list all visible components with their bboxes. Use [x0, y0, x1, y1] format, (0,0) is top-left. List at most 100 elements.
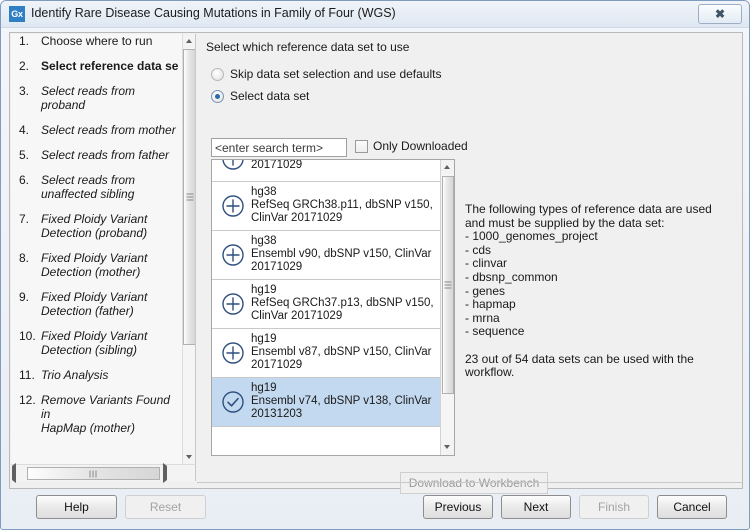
radio-icon[interactable]: [211, 89, 224, 103]
step-number: 12.: [19, 393, 36, 407]
dataset-list[interactable]: Ensembl v91, dbSNP v150, ClinVar 2017102…: [211, 159, 455, 456]
close-button[interactable]: ✖: [698, 4, 742, 24]
steps-panel: 1. Choose where to run 2. Select reference …: [11, 34, 196, 464]
dialog-content: 1. Choose where to run 2. Select reference …: [9, 32, 743, 494]
check-circle-icon[interactable]: [221, 390, 245, 414]
dataset-genome-name: hg19: [251, 333, 277, 345]
dataset-text: hg19 Ensembl v87, dbSNP v150, ClinVar 201…: [251, 333, 436, 372]
scroll-left-button[interactable]: [12, 463, 26, 483]
dataset-genome-name: hg19: [251, 284, 277, 296]
step-number: 8.: [19, 251, 30, 265]
dataset-genome-name: hg38: [251, 235, 277, 247]
step-label: Remove Variants Found in HapMap (mother): [41, 393, 170, 435]
steps-list[interactable]: 1. Choose where to run 2. Select reference …: [11, 34, 183, 464]
reference-data-panel: Select which reference data set to use S…: [197, 34, 742, 494]
step-number: 5.: [19, 148, 30, 162]
help-button[interactable]: Help: [36, 495, 117, 519]
cancel-button[interactable]: Cancel: [657, 495, 727, 519]
option-skip-dataset[interactable]: Skip data set selection and use defaults: [211, 67, 441, 81]
radio-icon[interactable]: [211, 67, 224, 81]
plus-circle-icon[interactable]: [221, 243, 245, 267]
dataset-text: hg38 Ensembl v90, dbSNP v150, ClinVar 201…: [251, 235, 436, 274]
step-number: 3.: [19, 84, 30, 98]
steps-vertical-scrollbar[interactable]: [182, 34, 195, 464]
dataset-text: hg38 RefSeq GRCh38.p11, dbSNP v150, ClinV…: [251, 186, 436, 225]
step-number: 6.: [19, 173, 30, 187]
dataset-description: Ensembl v91, dbSNP v150, ClinVar 2017102…: [251, 159, 303, 171]
only-downloaded-checkbox-row[interactable]: Only Downloaded: [355, 139, 468, 153]
scroll-thumb[interactable]: [183, 49, 195, 345]
dataset-list-item[interactable]: hg19 Ensembl v87, dbSNP v150, ClinVar 201…: [212, 329, 440, 378]
sidebar-step-10[interactable]: 10. Fixed Ploidy Variant Detection (sibli…: [11, 329, 183, 357]
grip-icon: [186, 193, 193, 201]
panel-divider: [197, 482, 743, 483]
previous-button[interactable]: Previous: [423, 495, 493, 519]
dataset-description: Ensembl v90, dbSNP v150, ClinVar 2017102…: [251, 248, 432, 273]
step-number: 7.: [19, 212, 30, 226]
dataset-items: Ensembl v91, dbSNP v150, ClinVar 2017102…: [212, 159, 440, 427]
sidebar-step-7[interactable]: 7. Fixed Ploidy Variant Detection (proban…: [11, 212, 183, 240]
dataset-list-item[interactable]: hg19 Ensembl v74, dbSNP v138, ClinVar 201…: [212, 378, 440, 427]
search-input[interactable]: [211, 138, 347, 157]
dataset-description: Ensembl v74, dbSNP v138, ClinVar 2013120…: [251, 395, 432, 420]
finish-button: Finish: [579, 495, 649, 519]
sidebar-step-3[interactable]: 3. Select reads from proband: [11, 84, 183, 112]
sidebar-step-5[interactable]: 5. Select reads from father: [11, 148, 183, 162]
next-button[interactable]: Next: [501, 495, 571, 519]
plus-circle-icon[interactable]: [221, 341, 245, 365]
dataset-list-item[interactable]: Ensembl v91, dbSNP v150, ClinVar 2017102…: [212, 159, 440, 182]
reference-data-requirements-text: The following types of reference data ar…: [465, 202, 712, 380]
sidebar-step-1[interactable]: 1. Choose where to run: [11, 34, 183, 48]
plus-circle-icon[interactable]: [221, 292, 245, 316]
step-label: Select reads from proband: [41, 84, 136, 112]
grip-icon: [444, 281, 452, 289]
scroll-up-button[interactable]: [183, 34, 195, 48]
dataset-list-item[interactable]: hg19 RefSeq GRCh37.p13, dbSNP v150, ClinV…: [212, 280, 440, 329]
option-label: Select data set: [230, 89, 310, 103]
plus-circle-icon[interactable]: [221, 160, 245, 171]
dataset-text: hg19 RefSeq GRCh37.p13, dbSNP v150, ClinV…: [251, 284, 436, 323]
triangle-left-icon: [12, 463, 16, 483]
scroll-down-button[interactable]: [441, 440, 454, 454]
sidebar-step-11[interactable]: 11. Trio Analysis: [11, 368, 183, 382]
panel-heading: Select which reference data set to use: [206, 40, 410, 54]
grip-icon: [89, 470, 98, 477]
sidebar-step-8[interactable]: 8. Fixed Ploidy Variant Detection (mother…: [11, 251, 183, 279]
scroll-up-button[interactable]: [441, 160, 454, 174]
triangle-up-icon: [444, 165, 450, 169]
sidebar-step-2[interactable]: 2. Select reference data se: [11, 59, 183, 73]
step-label: Fixed Ploidy Variant Detection (sibling): [41, 329, 148, 357]
dataset-description: RefSeq GRCh37.p13, dbSNP v150, ClinVar 2…: [251, 297, 434, 322]
triangle-up-icon: [186, 39, 192, 43]
option-select-dataset[interactable]: Select data set: [211, 89, 309, 103]
close-icon: ✖: [714, 7, 726, 21]
steps-horizontal-scrollbar[interactable]: [11, 463, 196, 483]
dataset-genome-name: hg38: [251, 186, 277, 198]
sidebar-step-9[interactable]: 9. Fixed Ploidy Variant Detection (father…: [11, 290, 183, 318]
checkbox-icon[interactable]: [355, 139, 368, 153]
sidebar-step-4[interactable]: 4. Select reads from mother: [11, 123, 183, 137]
dialog-window: Gx Identify Rare Disease Causing Mutatio…: [0, 0, 750, 530]
plus-circle-icon[interactable]: [221, 194, 245, 218]
hscroll-thumb[interactable]: [27, 467, 160, 480]
triangle-right-icon: [163, 463, 167, 483]
sidebar-step-12[interactable]: 12. Remove Variants Found in HapMap (moth…: [11, 393, 183, 435]
dataset-list-item[interactable]: hg38 Ensembl v90, dbSNP v150, ClinVar 201…: [212, 231, 440, 280]
step-number: 10.: [19, 329, 36, 343]
dataset-list-item[interactable]: hg38 RefSeq GRCh38.p11, dbSNP v150, ClinV…: [212, 182, 440, 231]
step-label: Fixed Ploidy Variant Detection (proband): [41, 212, 148, 240]
dataset-description: RefSeq GRCh38.p11, dbSNP v150, ClinVar 2…: [251, 199, 433, 224]
button-bar: Help Reset Previous Next Finish Cancel: [1, 491, 749, 529]
scroll-right-button[interactable]: [163, 463, 177, 483]
sidebar-step-6[interactable]: 6. Select reads from unaffected sibling: [11, 173, 183, 201]
triangle-down-icon: [444, 445, 450, 449]
scroll-down-button[interactable]: [183, 450, 195, 464]
step-label: Fixed Ploidy Variant Detection (mother): [41, 251, 148, 279]
dataset-vertical-scrollbar[interactable]: [440, 160, 454, 455]
option-label: Skip data set selection and use defaults: [230, 67, 442, 81]
step-label: Fixed Ploidy Variant Detection (father): [41, 290, 148, 318]
scroll-thumb[interactable]: [442, 176, 454, 394]
reset-button: Reset: [125, 495, 206, 519]
window-title: Identify Rare Disease Causing Mutations …: [31, 6, 396, 20]
step-label: Choose where to run: [41, 34, 153, 48]
